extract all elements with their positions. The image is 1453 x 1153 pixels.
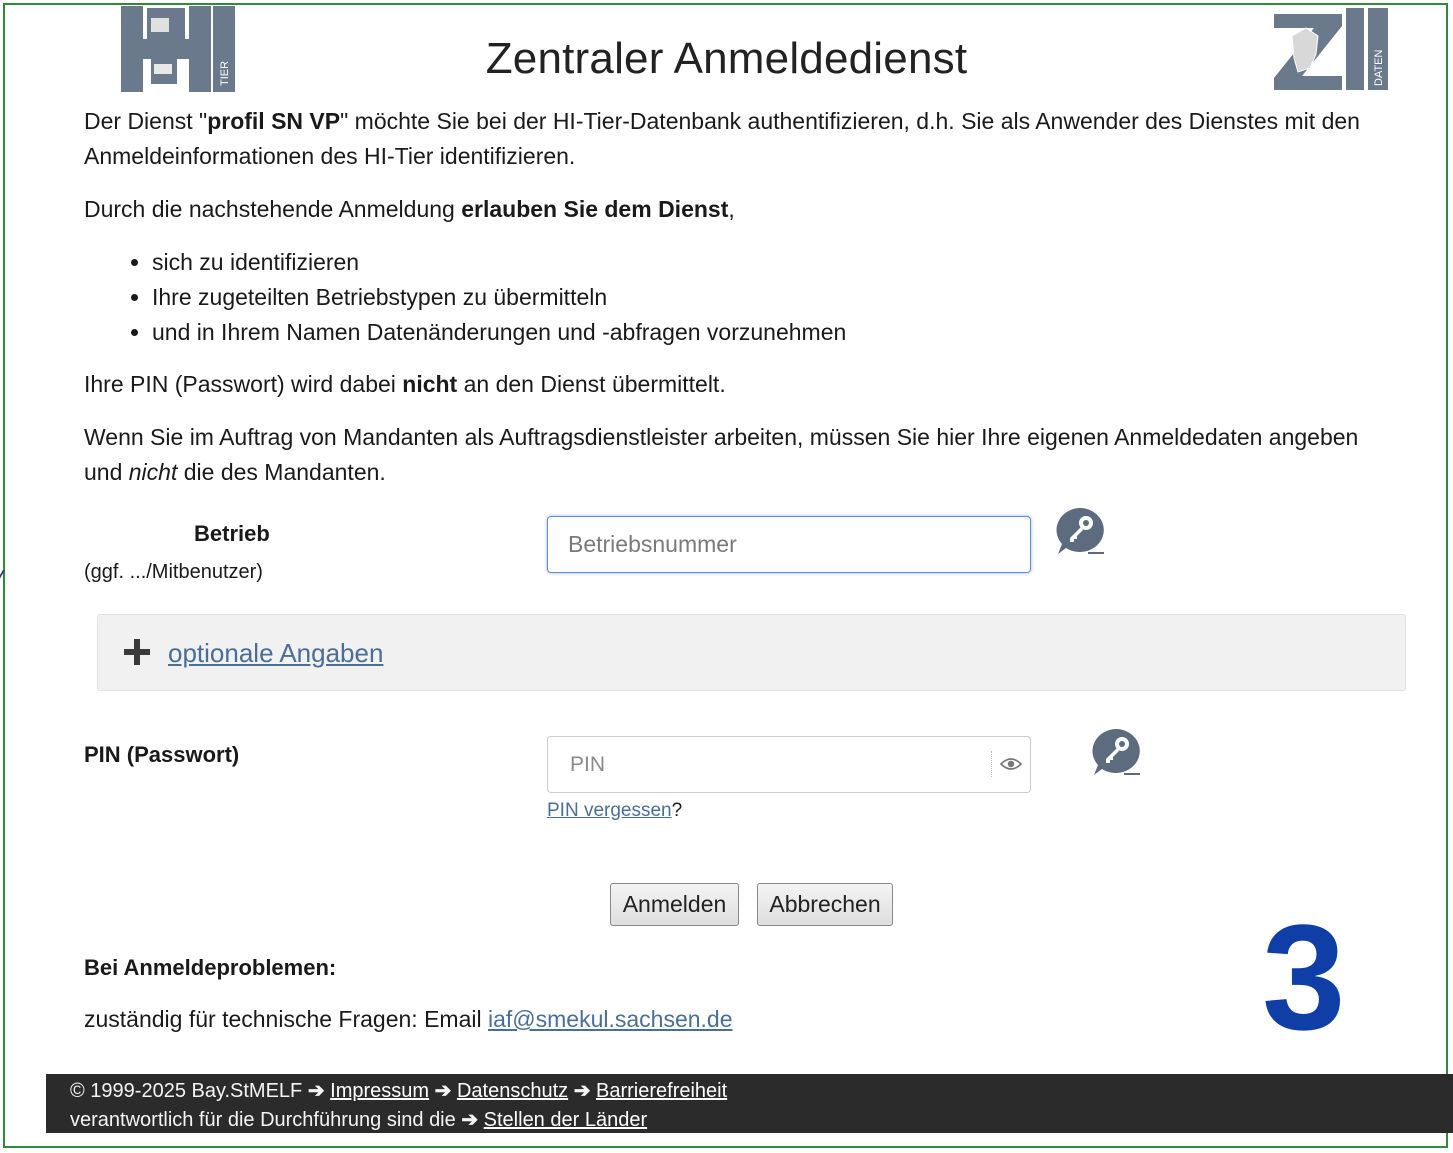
support-email-link[interactable]: iaf@smekul.sachsen.de	[488, 1006, 733, 1032]
pin-input[interactable]	[548, 737, 988, 792]
eye-icon[interactable]	[1000, 756, 1022, 772]
arrow-right-icon: ➔	[434, 1080, 452, 1102]
plus-icon[interactable]	[122, 637, 152, 667]
pin-field	[547, 736, 1031, 793]
page-title: Zentraler Anmeldedienst	[485, 34, 968, 83]
permission-list: sich zu identifizieren Ihre zugeteilten …	[108, 245, 846, 350]
svg-text:DATEN: DATEN	[1373, 49, 1385, 86]
betrieb-sublabel: (ggf. .../Mitbenutzer)	[84, 561, 263, 583]
pin-forgot: PIN vergessen?	[547, 800, 683, 821]
arrow-right-icon: ➔	[307, 1080, 325, 1102]
step-number-overlay: 3	[1262, 893, 1346, 1061]
arrow-right-icon: ➔	[573, 1080, 591, 1102]
pin-forgot-link[interactable]: PIN vergessen	[547, 800, 672, 821]
pin-label: PIN (Passwort)	[84, 742, 240, 767]
optional-details-panel[interactable]: optionale Angaben	[97, 614, 1406, 691]
footer-link-barrierefreiheit[interactable]: Barrierefreiheit	[596, 1080, 727, 1102]
footer: © 1999-2025 Bay.StMELF ➔ Impressum ➔ Dat…	[46, 1074, 1453, 1133]
footer-link-datenschutz[interactable]: Datenschutz	[457, 1080, 568, 1102]
arrow-right-icon: ➔	[461, 1109, 479, 1131]
intro-paragraph-permission: Durch die nachstehende Anmeldung erlaube…	[84, 196, 735, 222]
optional-details-link[interactable]: optionale Angaben	[168, 638, 383, 669]
zi-daten-logo-icon: DATEN	[1272, 6, 1388, 92]
list-item: sich zu identifizieren	[152, 245, 846, 280]
betrieb-label: Betrieb	[194, 521, 270, 546]
betrieb-input[interactable]	[547, 516, 1031, 573]
footer-link-impressum[interactable]: Impressum	[330, 1080, 429, 1102]
login-button[interactable]: Anmelden	[610, 883, 739, 926]
footer-line-1: © 1999-2025 Bay.StMELF ➔ Impressum ➔ Dat…	[70, 1080, 728, 1102]
cancel-button[interactable]: Abbrechen	[757, 883, 893, 926]
pin-separator	[991, 751, 993, 777]
mandant-notice: Wenn Sie im Auftrag von Mandanten als Au…	[84, 424, 1359, 485]
pin-notice: Ihre PIN (Passwort) wird dabei nicht an …	[84, 371, 726, 397]
footer-line-2: verantwortlich für die Durchführung sind…	[70, 1109, 648, 1131]
footer-link-stellen[interactable]: Stellen der Länder	[484, 1109, 647, 1131]
key-icon[interactable]	[1054, 506, 1106, 556]
support-contact: zuständig für technische Fragen: Email i…	[84, 1006, 733, 1032]
list-item: Ihre zugeteilten Betriebstypen zu übermi…	[152, 280, 846, 315]
support-heading: Bei Anmeldeproblemen:	[84, 955, 337, 980]
intro-paragraph-service: Der Dienst "profil SN VP" möchte Sie bei…	[84, 108, 1360, 169]
key-icon[interactable]	[1090, 727, 1142, 777]
list-item: und in Ihrem Namen Datenänderungen und -…	[152, 315, 846, 350]
